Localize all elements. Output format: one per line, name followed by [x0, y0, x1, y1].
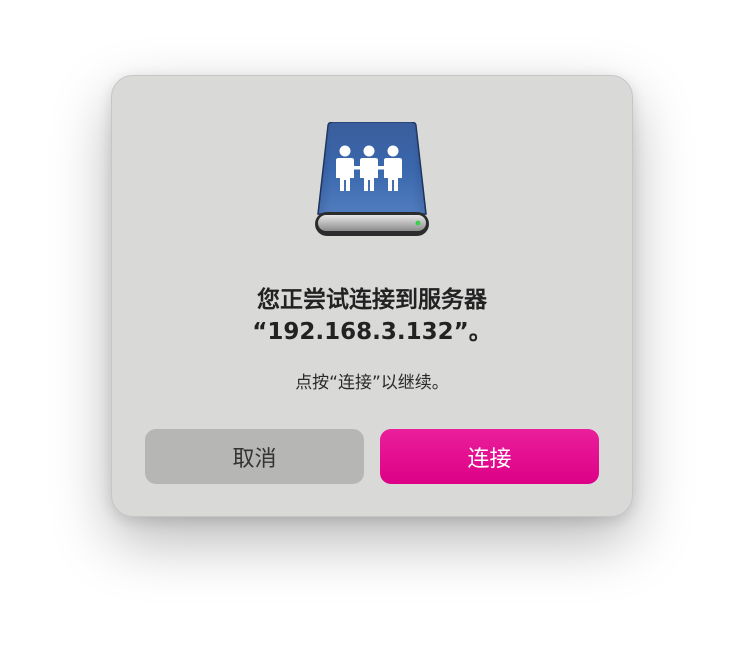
- dialog-message: 点按“连接”以继续。: [295, 373, 449, 393]
- cancel-button-label: 取消: [232, 446, 277, 472]
- connect-to-server-dialog: 您正尝试连接到服务器 “192.168.3.132”。 点按“连接”以继续。 取…: [111, 75, 633, 517]
- dialog-title-line2: “192.168.3.132”。: [252, 319, 492, 345]
- dialog-title: 您正尝试连接到服务器 “192.168.3.132”。: [112, 284, 632, 348]
- connect-button-label: 连接: [467, 446, 512, 472]
- cancel-button[interactable]: 取消: [145, 429, 364, 484]
- network-server-drive-icon: [312, 121, 432, 240]
- dialog-title-line1: 您正尝试连接到服务器: [257, 287, 487, 313]
- connect-button[interactable]: 连接: [380, 429, 599, 484]
